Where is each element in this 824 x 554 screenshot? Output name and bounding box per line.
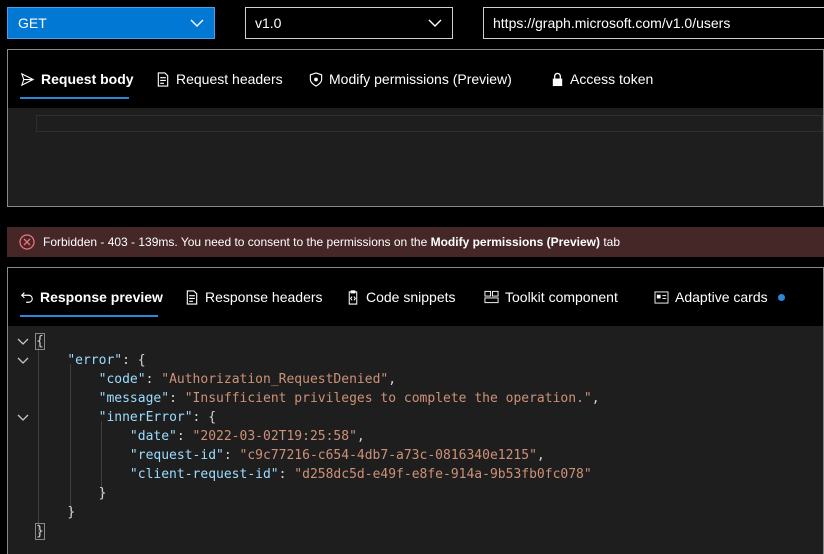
json-brace: { [35,333,45,350]
json-punct: , [388,372,397,387]
error-circle-icon [19,234,35,250]
editor-current-line [36,115,823,132]
json-punct: , [536,448,545,463]
status-suffix: tab [599,235,620,249]
http-method-value: GET [18,15,47,31]
tab-label: Code snippets [366,289,456,305]
tab-response-headers[interactable]: Response headers [185,286,323,308]
tab-label: Response preview [40,289,163,305]
json-punct: , [591,391,600,406]
http-method-dropdown[interactable]: GET [7,7,215,39]
fold-chevron-icon[interactable] [16,354,30,368]
status-link-text: Modify permissions (Preview) [430,235,600,249]
json-value: "Authorization_RequestDenied" [161,372,389,387]
document-icon [157,71,169,87]
tab-request-body[interactable]: Request body [20,68,134,90]
notification-dot [777,293,785,301]
json-value: "2022-03-02T19:25:58" [192,429,357,444]
tab-label: Response headers [205,289,323,305]
document-icon [186,289,198,305]
tab-modify-permissions[interactable]: Modify permissions (Preview) [309,68,512,90]
json-brace: } [98,486,107,501]
json-key: "client-request-id" [129,467,279,482]
json-key: "error" [67,353,123,368]
tab-request-headers[interactable]: Request headers [156,68,283,90]
json-punct: : { [122,353,146,368]
json-key: "request-id" [129,448,224,463]
json-line: } [35,522,45,541]
json-line: "error": { [36,351,146,370]
chevron-down-icon [428,19,442,27]
active-tab-indicator [20,315,158,317]
json-line: { [35,332,45,351]
json-punct: : { [192,410,217,425]
json-punct: , [356,429,365,444]
status-text: Forbidden - 403 - 139ms. You need to con… [43,235,620,249]
shield-key-icon [309,71,323,87]
request-panel: Request body Request headers Modify perm… [7,49,824,207]
json-value: "Insufficient privileges to complete the… [184,391,592,406]
fold-chevron-icon[interactable] [16,411,30,425]
tab-label: Request headers [176,71,283,87]
json-key: "innerError" [98,410,193,425]
version-dropdown[interactable]: v1.0 [245,7,453,39]
tab-label: Request body [41,71,134,87]
json-brace: } [35,523,45,540]
tab-adaptive-cards[interactable]: Adaptive cards [654,286,785,308]
clipboard-code-icon [348,289,358,305]
status-prefix: Forbidden - 403 - 139ms. You need to con… [43,235,431,249]
json-line: "client-request-id": "d258dc5d-e49f-e8fe… [129,467,592,482]
fold-chevron-icon[interactable] [16,335,30,349]
json-line: "message": "Insufficient privileges to c… [98,391,600,406]
json-line: "code": "Authorization_RequestDenied", [98,372,397,387]
response-json-viewer[interactable]: { "error": { "code": "Authorization_Requ… [8,326,823,554]
tab-label: Adaptive cards [675,289,768,305]
json-value: "d258dc5d-e49f-e8fe-914a-9b53fb0fc078" [294,467,592,482]
json-line: } [36,484,107,503]
json-brace: } [67,505,76,520]
json-key: "message" [98,391,170,406]
url-input[interactable]: https://graph.microsoft.com/v1.0/users [483,7,824,39]
chevron-down-icon [190,19,204,27]
url-value: https://graph.microsoft.com/v1.0/users [493,15,731,31]
tab-toolkit-component[interactable]: Toolkit component [484,286,618,308]
status-message-bar: Forbidden - 403 - 139ms. You need to con… [7,227,824,257]
json-key: "code" [98,372,146,387]
json-line: "innerError": { [36,408,216,427]
undo-icon [20,292,33,303]
json-value: "c9c77216-c654-4db7-a73c-0816340e1215" [239,448,537,463]
active-tab-indicator [20,97,129,99]
tab-access-token[interactable]: Access token [551,68,653,90]
send-icon [20,72,35,86]
tab-label: Toolkit component [505,289,618,305]
tab-label: Access token [570,71,654,87]
tab-code-snippets[interactable]: Code snippets [346,286,456,308]
component-icon [484,290,499,304]
card-icon [654,290,669,304]
tab-response-preview[interactable]: Response preview [20,286,163,308]
version-value: v1.0 [255,15,282,31]
lock-icon [552,72,563,86]
json-line: "request-id": "c9c77216-c654-4db7-a73c-0… [129,448,545,463]
tab-label: Modify permissions (Preview) [329,71,512,87]
json-line: "date": "2022-03-02T19:25:58", [129,429,365,444]
request-body-editor[interactable] [8,108,823,206]
json-key: "date" [129,429,177,444]
response-panel: Response preview Response headers Code s… [7,267,824,554]
json-line: } [36,503,75,522]
